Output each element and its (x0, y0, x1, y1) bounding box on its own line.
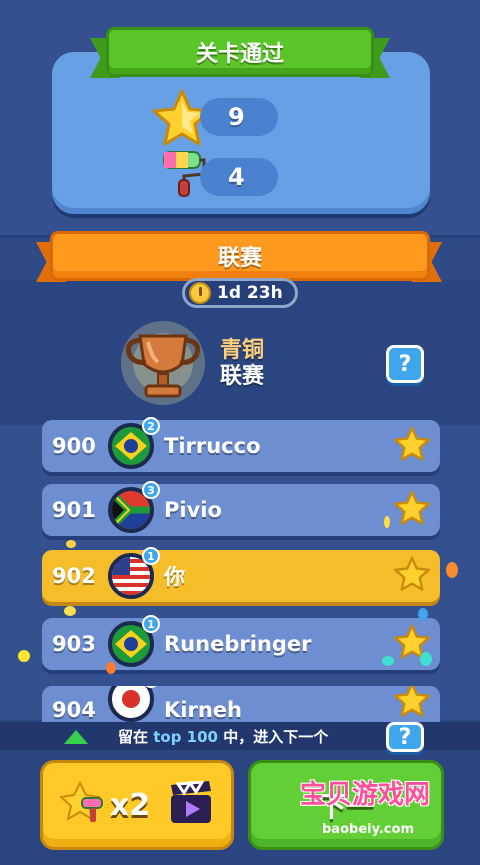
promotion-info-text: 留在 top 100 中，进入下一个 (118, 726, 328, 747)
player-name: Kirneh (164, 698, 242, 722)
stars-count: 9 (200, 98, 278, 136)
league-name-line1: 青铜 (220, 338, 265, 363)
league-timer: 1d 23h (182, 278, 298, 308)
confetti (418, 608, 428, 620)
star-icon (394, 490, 430, 530)
confetti (106, 662, 116, 674)
promotion-highlight: top 100 (153, 728, 218, 746)
table-row: 901 3 Pivio (42, 481, 440, 536)
table-row: 900 2 Tirrucco (42, 417, 440, 472)
bronze-trophy-icon (118, 318, 208, 412)
rank-number: 903 (52, 632, 96, 656)
level-complete-title: 关卡通过 (106, 27, 374, 77)
promotion-prefix: 留在 (118, 728, 149, 746)
player-level-badge: 1 (142, 547, 160, 565)
star-icon (394, 686, 430, 722)
promotion-help-button[interactable]: ? (386, 722, 424, 752)
watermark-logo: 宝贝游戏网 (300, 780, 431, 810)
watermark-url: baobeiy.com (322, 822, 414, 837)
rank-number: 902 (52, 564, 96, 588)
player-level-badge: 3 (142, 481, 160, 499)
rank-number: 904 (52, 698, 96, 722)
player-name: Tirrucco (164, 434, 261, 458)
rank-number: 901 (52, 498, 96, 522)
confetti (18, 650, 30, 662)
table-row-current-player: 902 1 你 (42, 547, 440, 602)
table-row: 903 1 Runebringer (42, 615, 440, 670)
player-name: Runebringer (164, 632, 312, 656)
double-label: x2 (109, 787, 151, 823)
timer-text: 1d 23h (217, 283, 283, 303)
confetti (66, 540, 76, 548)
up-arrow-icon (64, 730, 88, 744)
star-icon (394, 556, 430, 596)
paint-roller-icon (160, 148, 206, 198)
video-clapper-icon (168, 780, 214, 829)
player-level-badge: 2 (142, 417, 160, 435)
japan-flag-icon (108, 686, 154, 722)
league-title: 联赛 (50, 231, 430, 281)
rank-number: 900 (52, 434, 96, 458)
rollers-count: 4 (200, 158, 278, 196)
confetti (446, 562, 458, 578)
confetti (64, 606, 76, 616)
league-name-line2: 联赛 (220, 364, 265, 389)
league-name: 青铜 联赛 (220, 338, 264, 390)
star-icon (394, 426, 430, 466)
double-reward-video-button[interactable]: x2 (40, 760, 234, 850)
player-name: 你 (164, 565, 185, 589)
confetti (420, 652, 432, 666)
star-roller-icon (58, 780, 106, 830)
promotion-suffix: 中，进入下一个 (223, 728, 329, 746)
league-help-button[interactable]: ? (386, 345, 424, 383)
table-row: 904 3 Kirneh (42, 686, 440, 722)
confetti (384, 516, 390, 528)
confetti (382, 656, 394, 666)
clock-icon (189, 282, 211, 304)
player-name: Pivio (164, 498, 222, 522)
player-level-badge: 1 (142, 615, 160, 633)
